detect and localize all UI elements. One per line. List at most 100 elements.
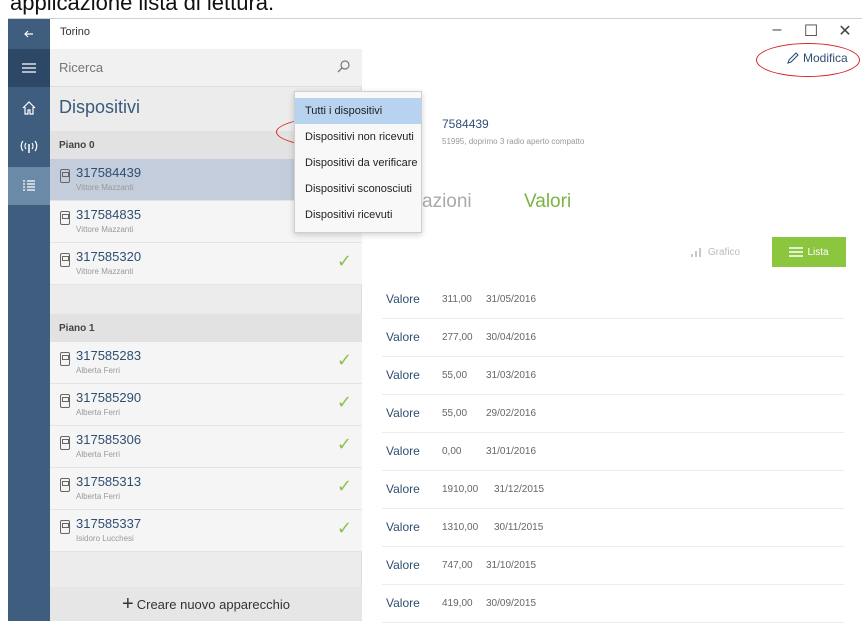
value-label: Valore xyxy=(386,444,420,458)
device-owner: Alberta Ferri xyxy=(76,408,121,417)
create-device-label: Creare nuovo apparecchio xyxy=(136,596,290,612)
caption-text: applicazione lista di lettura. xyxy=(10,0,275,15)
meter-device-icon xyxy=(60,478,70,492)
filter-menu-item[interactable]: Dispositivi da verificare xyxy=(295,150,421,176)
create-device-button[interactable]: + Creare nuovo apparecchio xyxy=(50,587,362,621)
value-amount: 1310,00 xyxy=(442,522,479,533)
meter-device-icon xyxy=(60,211,70,225)
check-icon: ✓ xyxy=(336,476,352,496)
back-arrow-icon xyxy=(24,30,33,38)
radio-nav-button[interactable] xyxy=(8,127,50,165)
device-number: 317585313 xyxy=(76,474,142,489)
device-owner: Vittore Mazzanti xyxy=(76,183,134,192)
value-date: 31/03/2016 xyxy=(486,370,537,381)
filter-menu-item[interactable]: Dispositivi non ricevuti xyxy=(295,124,421,150)
device-row[interactable]: 317585337 Isidoro Lucchesi ✓ xyxy=(50,510,362,552)
modifica-button[interactable]: Modifica xyxy=(786,51,848,65)
value-amount: 55,00 xyxy=(442,408,468,419)
filter-menu-item[interactable]: Dispositivi ricevuti xyxy=(295,202,421,228)
home-nav-button[interactable] xyxy=(8,89,50,127)
lista-button[interactable]: Lista xyxy=(772,237,846,267)
tab-valori[interactable]: Valori xyxy=(524,191,571,213)
value-date: 31/05/2016 xyxy=(486,294,537,305)
lista-label: Lista xyxy=(807,246,829,258)
meter-device-icon xyxy=(60,394,70,408)
value-date: 30/04/2016 xyxy=(486,332,537,343)
hamburger-icon xyxy=(22,63,36,73)
device-row[interactable]: 317585290 Alberta Ferri ✓ xyxy=(50,384,362,426)
value-date: 31/01/2016 xyxy=(486,446,537,457)
value-date: 30/11/2015 xyxy=(494,522,544,533)
close-button[interactable]: ✕ xyxy=(830,21,860,41)
value-label: Valore xyxy=(386,330,420,344)
value-date: 29/02/2016 xyxy=(486,408,537,419)
grafico-button[interactable]: Grafico xyxy=(672,237,758,267)
value-label: Valore xyxy=(386,406,420,420)
value-row[interactable]: Valore 1310,00 30/11/2015 xyxy=(382,509,844,547)
device-owner: Alberta Ferri xyxy=(76,492,121,501)
detail-pane: 7584439 51995, doprimo 3 radio aperto co… xyxy=(362,49,862,623)
device-number: 317584439 xyxy=(76,165,142,180)
value-row[interactable]: Valore 0,00 31/01/2016 xyxy=(382,433,844,471)
home-icon xyxy=(22,101,36,115)
value-amount: 0,00 xyxy=(442,446,462,457)
list-nav-button[interactable] xyxy=(8,167,50,205)
filter-menu-item[interactable]: Tutti i dispositivi xyxy=(295,98,421,124)
value-row[interactable]: Valore 311,00 31/05/2016 xyxy=(382,281,844,319)
search-input[interactable] xyxy=(59,60,299,75)
check-icon: ✓ xyxy=(336,392,352,412)
value-date: 31/12/2015 xyxy=(494,484,545,495)
maximize-button[interactable]: ☐ xyxy=(796,21,826,41)
value-amount: 419,00 xyxy=(442,598,473,609)
value-amount: 311,00 xyxy=(442,294,472,305)
device-row[interactable]: 317585313 Alberta Ferri ✓ xyxy=(50,468,362,510)
value-row[interactable]: Valore 277,00 30/04/2016 xyxy=(382,319,844,357)
check-icon: ✓ xyxy=(336,518,352,538)
device-number: 317585283 xyxy=(76,348,142,363)
device-owner: Isidoro Lucchesi xyxy=(76,534,134,543)
meter-device-icon xyxy=(60,520,70,534)
value-row[interactable]: Valore 55,00 29/02/2016 xyxy=(382,395,844,433)
filter-menu-item[interactable]: Dispositivi sconosciuti xyxy=(295,176,421,202)
value-row[interactable]: Valore 55,00 31/03/2016 xyxy=(382,357,844,395)
device-row[interactable]: 317585306 Alberta Ferri ✓ xyxy=(50,426,362,468)
device-number: 317585320 xyxy=(76,249,142,264)
value-date: 30/09/2015 xyxy=(486,598,537,609)
list-view-icon xyxy=(789,247,804,257)
value-label: Valore xyxy=(386,596,420,610)
panel-title: Dispositivi xyxy=(59,97,141,117)
value-label: Valore xyxy=(386,520,420,534)
check-icon: ✓ xyxy=(336,350,352,370)
value-amount: 277,00 xyxy=(442,332,473,343)
detail-device-number: 7584439 xyxy=(442,117,489,131)
device-row[interactable]: 317585320 Vittore Mazzanti ✓ xyxy=(50,243,362,285)
meter-device-icon xyxy=(60,436,70,450)
value-row[interactable]: Valore 419,00 30/09/2015 xyxy=(382,585,844,623)
radio-antenna-icon xyxy=(20,140,38,153)
value-label: Valore xyxy=(386,368,420,382)
tab-informazioni[interactable]: azioni xyxy=(422,191,472,213)
plus-icon: + xyxy=(122,592,134,615)
device-number: 317584835 xyxy=(76,207,142,222)
pencil-icon xyxy=(787,52,799,64)
meter-device-icon xyxy=(60,352,70,366)
search-icon[interactable] xyxy=(336,59,352,75)
meter-device-icon xyxy=(60,169,70,183)
grafico-label: Grafico xyxy=(707,246,741,258)
device-number: 317585337 xyxy=(76,516,142,531)
device-owner: Vittore Mazzanti xyxy=(76,225,134,234)
value-label: Valore xyxy=(386,482,420,496)
value-row[interactable]: Valore 747,00 31/10/2015 xyxy=(382,547,844,585)
app-title: Torino xyxy=(60,26,90,38)
search-bar xyxy=(50,49,362,87)
filter-dropdown: Tutti i dispositivi Dispositivi non ricev… xyxy=(294,91,422,233)
check-icon: ✓ xyxy=(336,434,352,454)
modifica-label: Modifica xyxy=(803,51,848,65)
hamburger-menu-button[interactable] xyxy=(8,49,50,87)
device-row[interactable]: 317585283 Alberta Ferri ✓ xyxy=(50,342,362,384)
minimize-button[interactable]: – xyxy=(762,21,792,39)
back-button[interactable] xyxy=(8,19,50,49)
value-date: 31/10/2015 xyxy=(486,560,537,571)
app-window: Torino – ☐ ✕ Dispositivi Piano 0 3175844… xyxy=(8,18,862,623)
value-row[interactable]: Valore 1910,00 31/12/2015 xyxy=(382,471,844,509)
